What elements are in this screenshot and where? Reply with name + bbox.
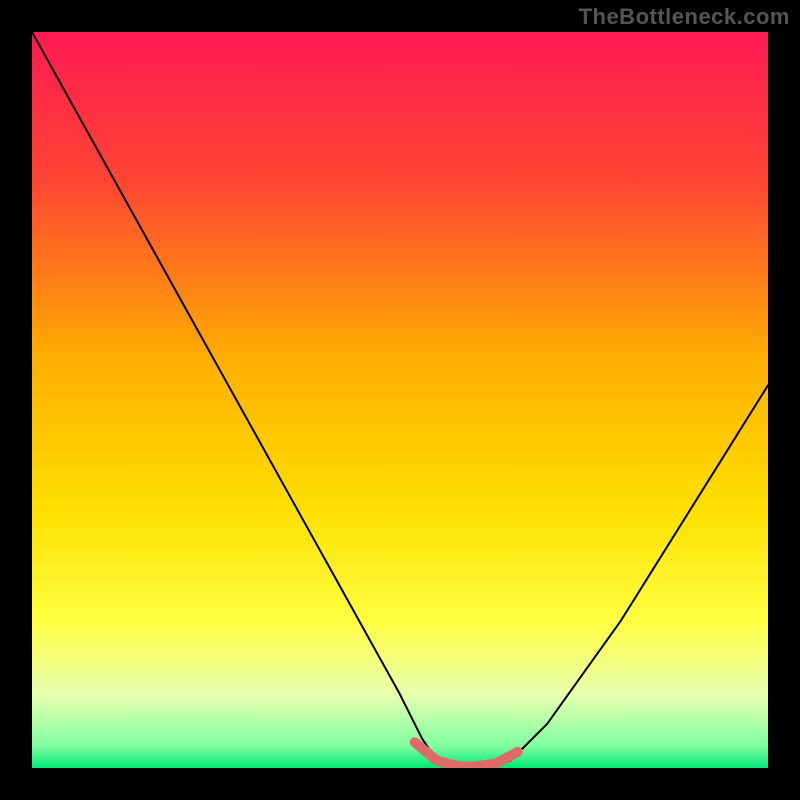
watermark-text: TheBottleneck.com: [579, 4, 790, 30]
bottleneck-chart: [32, 32, 768, 768]
chart-container: TheBottleneck.com: [0, 0, 800, 800]
chart-background: [32, 32, 768, 768]
